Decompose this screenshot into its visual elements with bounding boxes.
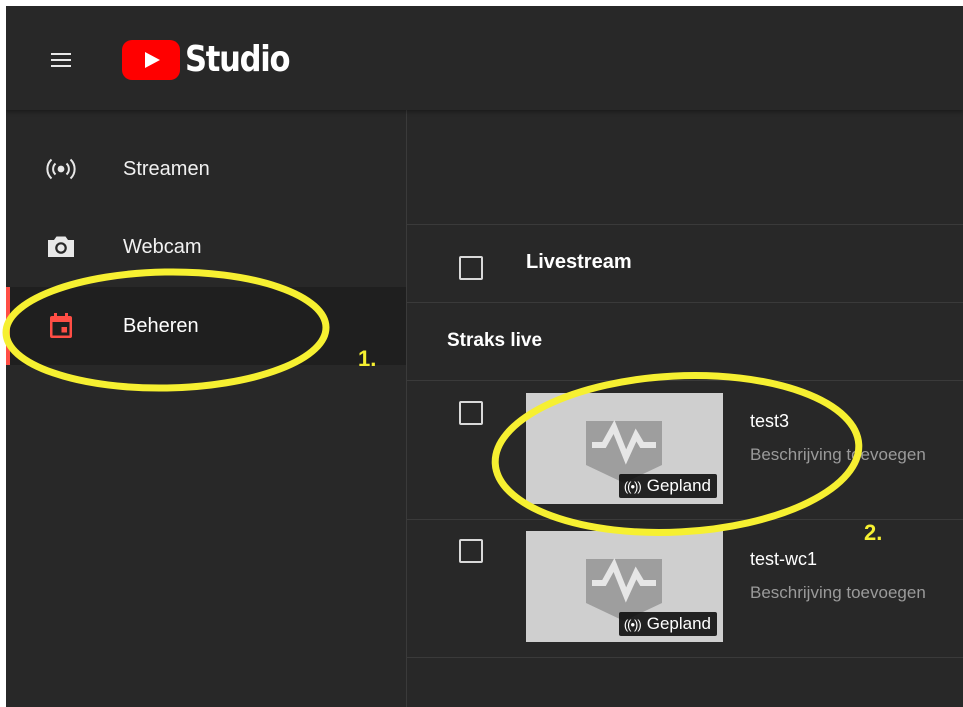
row-checkbox[interactable]: [459, 539, 483, 563]
status-badge: ((•)) Gepland: [618, 474, 717, 498]
live-broadcast-icon: [46, 158, 76, 180]
divider: [407, 657, 963, 658]
sidebar-item-streamen[interactable]: Streamen: [6, 130, 406, 208]
content-area: Livestream Straks live ((•)) Gepland tes…: [407, 110, 963, 707]
video-title[interactable]: test3: [750, 411, 789, 432]
live-broadcast-icon: ((•)): [623, 478, 642, 494]
youtube-studio-app: Studio Streamen Webcam Beheren Livestrea…: [6, 6, 963, 707]
calendar-icon: [50, 313, 72, 338]
annotation-label-step1: 1.: [358, 346, 377, 371]
sidebar-item-beheren[interactable]: Beheren: [6, 287, 406, 365]
video-thumbnail[interactable]: ((•)) Gepland: [526, 393, 723, 504]
video-thumbnail[interactable]: ((•)) Gepland: [526, 531, 723, 642]
section-title-upcoming: Straks live: [447, 330, 543, 351]
sidebar-item-label: Webcam: [123, 235, 202, 258]
status-badge-label: Gepland: [646, 476, 711, 495]
video-title[interactable]: test-wc1: [750, 549, 817, 570]
divider: [407, 224, 963, 225]
hamburger-menu-icon[interactable]: [48, 50, 74, 70]
sidebar-item-webcam[interactable]: Webcam: [6, 208, 406, 286]
youtube-play-icon: [122, 40, 180, 80]
logo-text: Studio: [185, 39, 290, 80]
sidebar: Streamen Webcam Beheren: [6, 110, 407, 707]
studio-logo[interactable]: Studio: [122, 40, 308, 80]
row-checkbox[interactable]: [459, 401, 483, 425]
divider: [407, 302, 963, 303]
status-badge-label: Gepland: [646, 614, 711, 633]
status-badge: ((•)) Gepland: [618, 612, 717, 636]
top-bar: Studio: [6, 6, 963, 110]
video-description[interactable]: Beschrijving toevoegen: [750, 583, 926, 603]
camera-icon: [48, 236, 74, 257]
sidebar-item-label: Streamen: [123, 157, 210, 180]
divider: [407, 380, 963, 381]
annotation-label-step2: 2.: [864, 520, 883, 545]
column-header-livestream: Livestream: [526, 251, 632, 273]
video-description[interactable]: Beschrijving toevoegen: [750, 445, 926, 465]
sidebar-item-label: Beheren: [123, 314, 199, 337]
live-broadcast-icon: ((•)): [623, 616, 642, 632]
select-all-checkbox[interactable]: [459, 256, 483, 280]
